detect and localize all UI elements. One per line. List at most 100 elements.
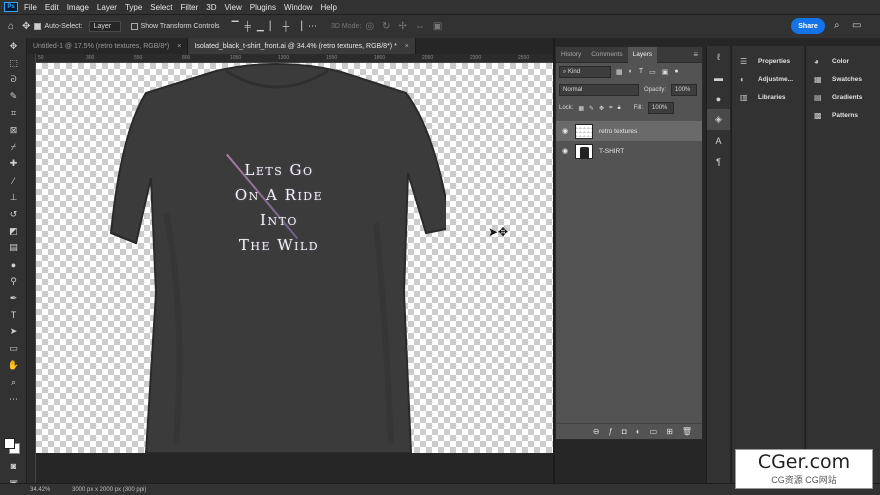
shape-filter-icon[interactable]: ▭ xyxy=(649,68,656,76)
crop-tool-button[interactable]: ⌗ xyxy=(0,105,27,122)
zoom-level[interactable]: 34.42% xyxy=(0,487,60,493)
auto-select-dropdown[interactable]: Layer xyxy=(88,21,121,32)
menu-3d[interactable]: 3D xyxy=(206,3,216,12)
brush-tool-button[interactable]: ⁄ xyxy=(0,172,27,189)
blur-tool-button[interactable]: ● xyxy=(0,256,27,273)
rectangle-tool-button[interactable]: ▭ xyxy=(0,340,27,357)
path-select-tool-button[interactable]: ➤ xyxy=(0,324,27,341)
canvas-area[interactable]: Lets Go On A Ride Into The Wild ➤✥ xyxy=(36,63,553,483)
menu-layer[interactable]: Layer xyxy=(97,3,117,12)
visibility-eye-icon[interactable]: ◉ xyxy=(559,147,571,155)
menu-type[interactable]: Type xyxy=(125,3,142,12)
workspace-icon[interactable]: ▭ xyxy=(852,20,861,31)
character-icon[interactable]: A xyxy=(707,130,730,151)
history-brush-tool-button[interactable]: ↺ xyxy=(0,206,27,223)
home-icon[interactable]: ⌂ xyxy=(8,21,14,32)
lock-paint-icon[interactable]: ✎ xyxy=(589,105,594,112)
tab-layers[interactable]: Layers xyxy=(627,46,658,63)
tab-history[interactable]: History xyxy=(556,47,586,63)
lock-pixels-icon[interactable]: ▦ xyxy=(578,105,584,112)
properties-panel-link[interactable]: ☰ Properties xyxy=(732,52,804,70)
align-right-icon[interactable]: ▕ xyxy=(295,21,302,32)
align-center-icon[interactable]: ┼ xyxy=(283,21,289,32)
adjustments-panel-link[interactable]: ◐ Adjustme... xyxy=(732,70,804,88)
healing-brush-tool-button[interactable]: ✚ xyxy=(0,156,27,173)
tab-untitled-1[interactable]: Untitled-1 @ 17.5% (retro textures, RGB/… xyxy=(27,38,189,54)
panel-menu-icon[interactable]: ≡ xyxy=(693,50,698,59)
vertical-ruler[interactable] xyxy=(27,54,36,483)
layers-icon[interactable]: ◈ xyxy=(707,109,730,130)
opacity-input[interactable]: 100% xyxy=(671,84,698,96)
kind-filter-dropdown[interactable]: ⌕ Kind xyxy=(559,66,611,78)
align-middle-icon[interactable]: ╪ xyxy=(244,21,250,32)
patterns-panel-link[interactable]: ▩ Patterns xyxy=(806,106,880,124)
new-group-icon[interactable]: ▭ xyxy=(650,427,658,436)
smart-object-filter-icon[interactable]: ▣ xyxy=(662,68,669,76)
eraser-tool-button[interactable]: ◩ xyxy=(0,223,27,240)
visibility-eye-icon[interactable]: ◉ xyxy=(559,127,571,135)
pen-tool-button[interactable]: ✒ xyxy=(0,290,27,307)
add-mask-icon[interactable]: ◘ xyxy=(622,427,627,436)
menu-image[interactable]: Image xyxy=(67,3,89,12)
clone-stamp-tool-button[interactable]: ⊥ xyxy=(0,189,27,206)
more-options-icon[interactable]: ⋯ xyxy=(308,21,317,32)
quick-select-tool-button[interactable]: ✎ xyxy=(0,88,27,105)
marquee-tool-button[interactable]: ⬚ xyxy=(0,55,27,72)
gradient-tool-button[interactable]: ▤ xyxy=(0,240,27,257)
menu-file[interactable]: File xyxy=(24,3,37,12)
lasso-tool-button[interactable]: ᘐ xyxy=(0,72,27,89)
link-layers-icon[interactable]: ⊖ xyxy=(593,427,600,436)
lock-position-icon[interactable]: ✥ xyxy=(599,105,604,112)
menu-select[interactable]: Select xyxy=(150,3,172,12)
frame-tool-button[interactable]: ⊠ xyxy=(0,122,27,139)
lock-all-icon[interactable]: 🔒︎ xyxy=(617,105,620,112)
layer-t-shirt[interactable]: ◉ T-SHIRT xyxy=(556,141,702,161)
share-button[interactable]: Share xyxy=(791,18,825,34)
auto-select-checkbox[interactable] xyxy=(34,23,42,30)
filter-toggle-icon[interactable]: ● xyxy=(674,68,678,76)
new-adjustment-icon[interactable]: ◐ xyxy=(636,427,641,436)
blend-mode-dropdown[interactable]: Normal xyxy=(559,84,639,96)
tab-comments[interactable]: Comments xyxy=(586,47,627,63)
3d-orbit-icon[interactable]: ◎ xyxy=(365,21,374,32)
menu-window[interactable]: Window xyxy=(284,3,312,12)
new-layer-icon[interactable]: ⊞ xyxy=(666,427,673,436)
3d-slide-icon[interactable]: ⇔ xyxy=(415,21,425,32)
3d-camera-icon[interactable]: ▣ xyxy=(433,21,442,32)
show-transform-checkbox[interactable] xyxy=(130,23,138,30)
menu-help[interactable]: Help xyxy=(320,3,336,12)
menu-view[interactable]: View xyxy=(225,3,242,12)
menu-plugins[interactable]: Plugins xyxy=(250,3,276,12)
dodge-tool-button[interactable]: ⚲ xyxy=(0,273,27,290)
align-bottom-icon[interactable]: ▁ xyxy=(257,21,264,32)
3d-roll-icon[interactable]: ↻ xyxy=(382,21,390,32)
zoom-tool-button[interactable]: ⌕ xyxy=(0,374,27,391)
align-top-icon[interactable]: ▔ xyxy=(232,21,239,32)
eyedropper-tool-button[interactable]: ⌿ xyxy=(0,139,27,156)
fill-input[interactable]: 100% xyxy=(648,102,675,114)
close-icon[interactable]: × xyxy=(405,43,409,50)
document-size[interactable]: 3000 px x 2000 px (300 ppi) xyxy=(72,487,146,493)
type-tool-button[interactable]: T xyxy=(0,307,27,324)
delete-layer-icon[interactable]: 🗑︎ xyxy=(682,427,692,436)
paragraph-icon[interactable]: ¶ xyxy=(707,151,730,172)
quick-mask-icon[interactable]: ◙ xyxy=(0,458,27,475)
shirt-print-text[interactable]: Lets Go On A Ride Into The Wild xyxy=(204,158,354,258)
search-icon[interactable]: ⌕ xyxy=(834,20,840,31)
horizontal-ruler[interactable]: 50 300 550 800 1050 1300 1550 1800 2050 2300 2550 xyxy=(36,54,553,63)
pixel-filter-icon[interactable]: ▦ xyxy=(616,68,623,76)
3d-pan-icon[interactable]: ✢ xyxy=(399,21,407,32)
gradients-panel-link[interactable]: ▤ Gradients xyxy=(806,88,880,106)
type-filter-icon[interactable]: T xyxy=(639,68,643,76)
layer-style-icon[interactable]: ƒ xyxy=(608,427,612,436)
lock-artboard-icon[interactable]: ⌗ xyxy=(609,105,612,112)
color-panel-link[interactable]: ◕ Color xyxy=(806,52,880,70)
close-icon[interactable]: × xyxy=(177,43,181,50)
foreground-color-swatch[interactable] xyxy=(4,438,15,449)
menu-filter[interactable]: Filter xyxy=(181,3,199,12)
swatches-panel-link[interactable]: ▦ Swatches xyxy=(806,70,880,88)
edit-toolbar-button[interactable]: ⋯ xyxy=(0,391,27,408)
tab-isolated-black-tshirt[interactable]: Isolated_black_t-shirt_front.ai @ 34.4% … xyxy=(188,38,416,54)
layer-retro-textures[interactable]: ◉ retro textures xyxy=(556,121,702,141)
libraries-panel-link[interactable]: ▥ Libraries xyxy=(732,88,804,106)
